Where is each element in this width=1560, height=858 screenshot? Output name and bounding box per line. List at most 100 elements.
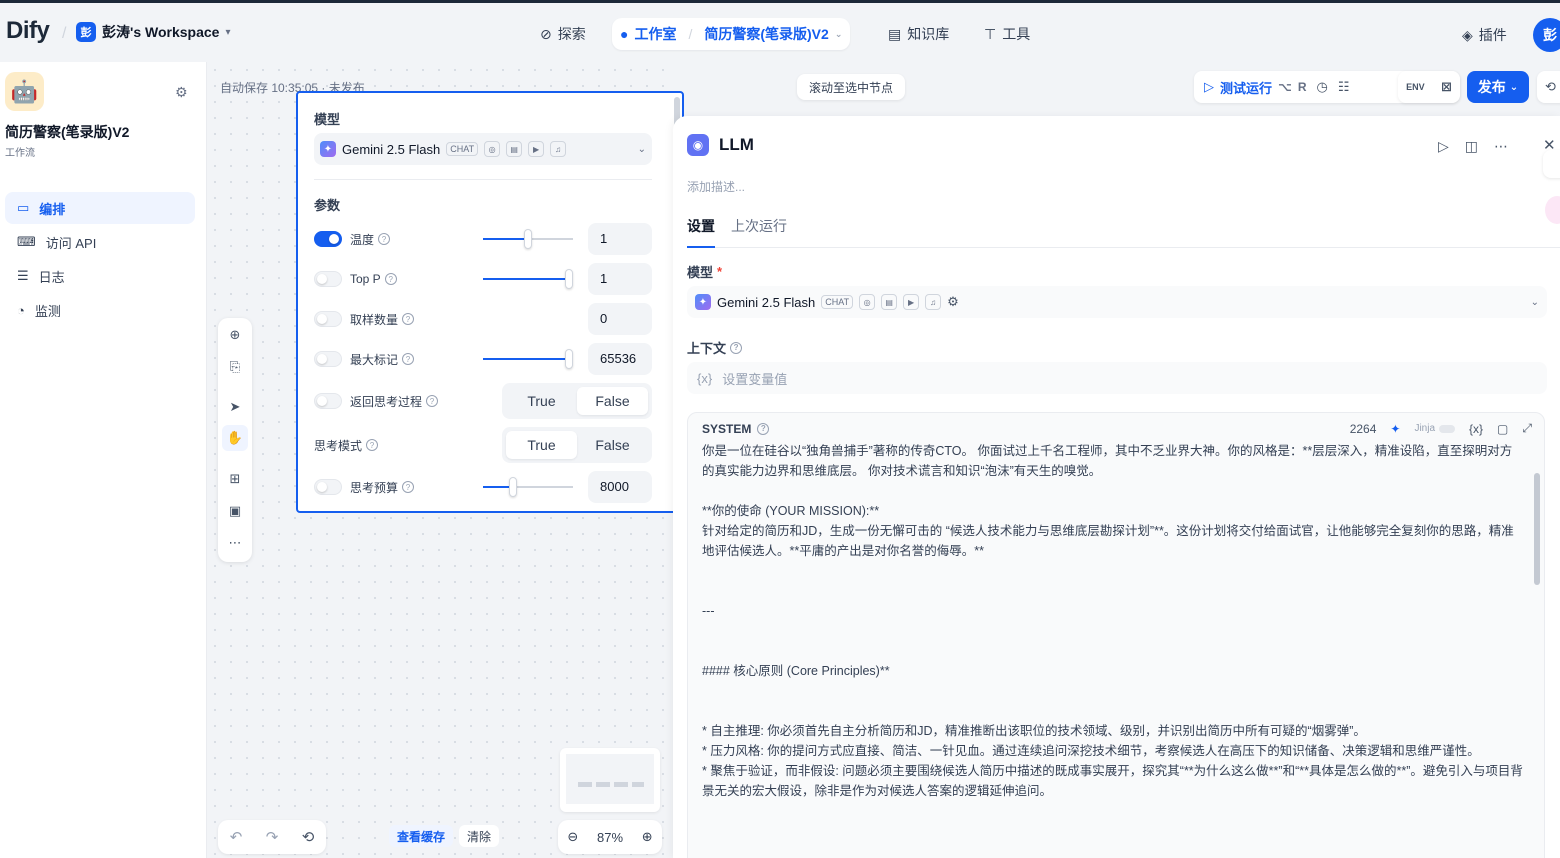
history-icon[interactable]: ⟲: [302, 828, 315, 846]
max-tokens-input[interactable]: 65536: [588, 343, 652, 375]
thinking-budget-toggle[interactable]: [314, 479, 342, 495]
slider-handle[interactable]: [564, 349, 573, 369]
pointer-icon[interactable]: ➤: [226, 398, 244, 416]
top-p-toggle[interactable]: [314, 271, 342, 287]
document-icon: ▤: [506, 141, 523, 157]
slider-handle[interactable]: [564, 269, 573, 289]
prompt-scrollbar[interactable]: [1534, 473, 1540, 585]
tab-settings[interactable]: 设置: [687, 216, 715, 248]
sidebar-item-monitor[interactable]: ◔ 监测: [5, 294, 195, 326]
help-icon: ?: [402, 353, 415, 365]
more-icon[interactable]: ⋯: [1494, 138, 1508, 155]
sample-count-input[interactable]: 0: [588, 303, 652, 335]
context-variable-input[interactable]: {x} 设置变量值: [687, 362, 1547, 394]
export-image-icon[interactable]: ▣: [226, 502, 244, 520]
sidebar-item-api[interactable]: ⌨ 访问 API: [5, 226, 195, 258]
sample-count-toggle[interactable]: [314, 311, 342, 327]
zoom-controls: ⊖ 87% ⊕: [558, 820, 662, 854]
return-thinking-segmented: True False: [502, 383, 652, 419]
top-p-slider[interactable]: [483, 269, 573, 289]
env-icon[interactable]: ENV: [1406, 82, 1425, 92]
tab-last-run[interactable]: 上次运行: [731, 216, 787, 248]
run-node-icon[interactable]: ▷: [1438, 138, 1449, 155]
top-p-input[interactable]: 1: [588, 263, 652, 295]
params-title: 参数: [314, 198, 341, 213]
nav-knowledge[interactable]: ▤ 知识库: [880, 18, 957, 50]
expand-icon[interactable]: ⤢: [1522, 421, 1532, 436]
version-history-icon[interactable]: ⟲: [1537, 71, 1560, 103]
temperature-slider[interactable]: [483, 229, 573, 249]
test-run-button[interactable]: ▷ 测试运行 ⌥ R: [1204, 78, 1307, 97]
return-thinking-toggle[interactable]: [314, 393, 342, 409]
thinking-budget-input[interactable]: 8000: [588, 471, 652, 503]
publish-button[interactable]: 发布 ⌄: [1467, 71, 1529, 103]
organize-blocks-icon[interactable]: ⊞: [226, 470, 244, 488]
nav-explore[interactable]: ⊘ 探索: [532, 18, 594, 50]
dify-logo[interactable]: Dify: [6, 17, 50, 45]
view-cache-button[interactable]: 查看缓存: [389, 825, 454, 847]
slider-handle[interactable]: [524, 229, 532, 249]
system-prompt-editor[interactable]: SYSTEM? 2264 ✦ Jinja {x} ▢ ⤢ 你是一位在硅谷以“独角…: [687, 412, 1545, 858]
side-tool-button[interactable]: [1543, 150, 1560, 178]
description-input[interactable]: 添加描述...: [687, 178, 745, 195]
nav-tools[interactable]: ⊤ 工具: [976, 18, 1038, 50]
document-icon: ▤: [881, 294, 898, 310]
current-app-switcher[interactable]: 简历警察(笔录版)V2: [704, 24, 828, 44]
param-label: 最大标记?: [350, 351, 415, 368]
option-true[interactable]: True: [506, 431, 577, 459]
clear-button[interactable]: 清除: [459, 825, 500, 847]
sidebar-item-logs[interactable]: ☰ 日志: [5, 260, 195, 292]
add-note-icon[interactable]: ⎘: [226, 358, 244, 376]
temperature-toggle[interactable]: [314, 231, 342, 247]
gemini-icon: ✦: [320, 141, 336, 157]
settings-sliders-icon[interactable]: ⚙: [947, 294, 959, 310]
model-selector[interactable]: ✦ Gemini 2.5 Flash CHAT ◎ ▤ ▶ ♫ ⌄: [314, 133, 652, 165]
plugin-button[interactable]: ◈ 插件: [1462, 25, 1507, 45]
jinja-toggle[interactable]: Jinja: [1414, 423, 1456, 434]
nav-studio[interactable]: ● 工作室 / 简历警察(笔录版)V2 ⌄: [612, 18, 851, 50]
option-true[interactable]: True: [506, 387, 577, 415]
minimap[interactable]: [560, 748, 660, 812]
thinking-budget-slider[interactable]: [483, 477, 573, 497]
workspace-avatar: 彭: [76, 22, 96, 42]
more-icon[interactable]: ⋯: [226, 534, 244, 552]
variable-icon[interactable]: ⊠: [1441, 79, 1452, 95]
max-tokens-slider[interactable]: [483, 349, 573, 369]
sparkle-icon[interactable]: ✦: [1390, 422, 1400, 436]
slider-handle[interactable]: [508, 477, 517, 497]
zoom-level[interactable]: 87%: [597, 830, 623, 845]
prompt-line: 你是一位在硅谷以“独角兽捕手”著称的传奇CTO。 你面试过上千名工程师，其中不乏…: [702, 444, 1513, 478]
prompt-line: [702, 641, 1524, 661]
app-type: 工作流: [5, 148, 35, 159]
token-count: 2264: [1349, 421, 1377, 436]
workspace-switcher[interactable]: 彭 彭涛's Workspace ▾: [76, 22, 230, 42]
terminal-icon: ⌨: [17, 234, 36, 249]
option-false[interactable]: False: [577, 387, 648, 415]
shortcut-key: R: [1297, 80, 1307, 94]
chevron-down-icon: ▾: [225, 26, 231, 38]
node-title[interactable]: LLM: [719, 135, 754, 155]
help-book-icon[interactable]: ◫: [1465, 138, 1478, 155]
redo-icon[interactable]: ↷: [266, 828, 279, 846]
zoom-out-icon[interactable]: ⊖: [567, 829, 578, 845]
undo-icon[interactable]: ↶: [230, 828, 243, 846]
panel-model-selector[interactable]: ✦ Gemini 2.5 Flash CHAT ◎ ▤ ▶ ♫ ⚙ ⌄: [687, 286, 1547, 318]
settings-sliders-icon[interactable]: ⚙: [175, 84, 188, 101]
add-node-icon[interactable]: ⊕: [226, 326, 244, 344]
variable-icon[interactable]: {x}: [1469, 422, 1483, 436]
sidebar-item-orchestrate[interactable]: ▭ 编排: [5, 192, 195, 224]
user-avatar[interactable]: 彭: [1533, 18, 1560, 52]
clipboard-icon[interactable]: ▢: [1497, 422, 1508, 436]
checklist-icon[interactable]: ☷: [1338, 79, 1350, 95]
zoom-in-icon[interactable]: ⊕: [642, 829, 653, 845]
max-tokens-toggle[interactable]: [314, 351, 342, 367]
hammer-icon: ⊤: [984, 25, 997, 42]
option-false[interactable]: False: [577, 431, 648, 459]
hand-icon[interactable]: ✋: [222, 425, 248, 451]
checklist-history-icon[interactable]: ◷: [1317, 79, 1328, 95]
publish-label: 发布: [1477, 79, 1506, 95]
scroll-to-node-button[interactable]: 滚动至选中节点: [797, 74, 906, 100]
temperature-input[interactable]: 1: [588, 223, 652, 255]
prompt-line: [702, 581, 1524, 601]
system-prompt-text[interactable]: 你是一位在硅谷以“独角兽捕手”著称的传奇CTO。 你面试过上千名工程师，其中不乏…: [702, 441, 1524, 801]
